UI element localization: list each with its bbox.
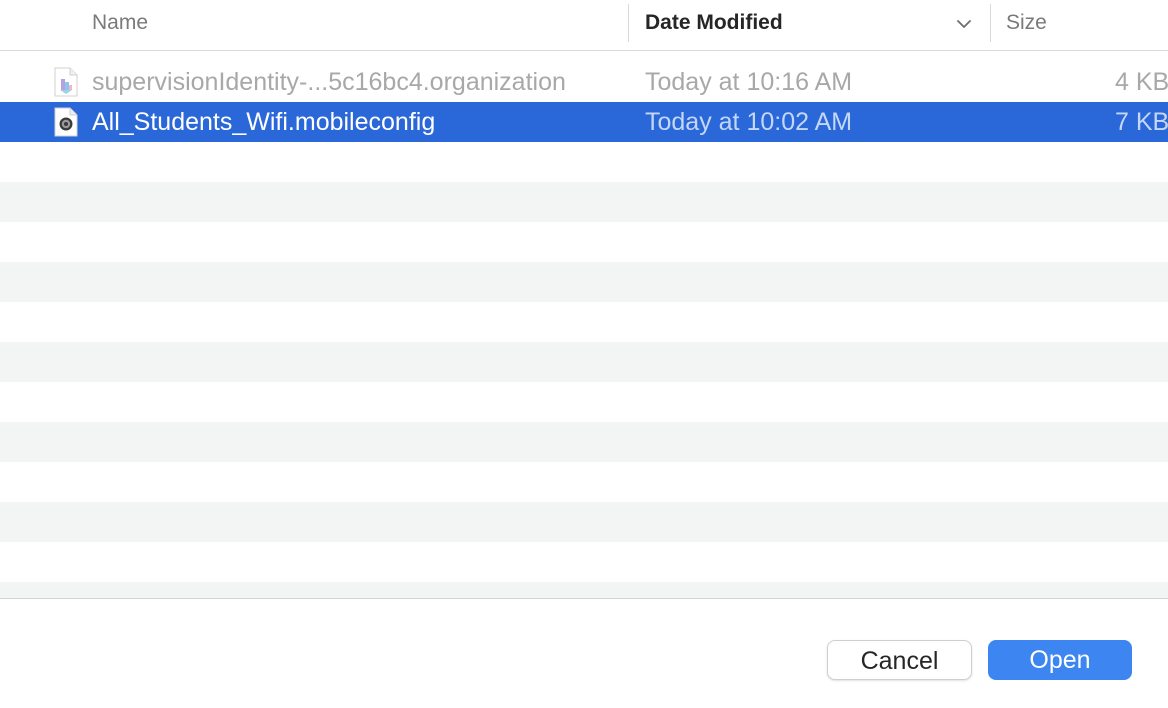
empty-row <box>0 142 1168 182</box>
file-open-dialog: Name Date Modified Size supervisionIdent… <box>0 0 1168 708</box>
column-header: Name Date Modified Size <box>0 0 1168 51</box>
column-name-header[interactable]: Name <box>92 0 148 46</box>
column-divider[interactable] <box>990 4 991 42</box>
file-row[interactable]: All_Students_Wifi.mobileconfig Today at … <box>0 102 1168 142</box>
empty-row <box>0 382 1168 422</box>
chevron-down-icon[interactable] <box>954 14 974 34</box>
file-date-modified: Today at 10:02 AM <box>645 108 853 136</box>
empty-row <box>0 582 1168 598</box>
column-size-header[interactable]: Size <box>1006 0 1047 46</box>
open-button[interactable]: Open <box>988 640 1132 680</box>
file-row[interactable]: supervisionIdentity-...5c16bc4.organizat… <box>0 62 1168 102</box>
empty-row <box>0 502 1168 542</box>
file-list: supervisionIdentity-...5c16bc4.organizat… <box>0 62 1168 598</box>
empty-row <box>0 342 1168 382</box>
file-name: supervisionIdentity-...5c16bc4.organizat… <box>92 68 566 96</box>
empty-row <box>0 182 1168 222</box>
file-name: All_Students_Wifi.mobileconfig <box>92 108 436 136</box>
organization-file-icon <box>54 67 78 97</box>
file-size: 7 KB <box>1115 108 1168 136</box>
empty-row <box>0 262 1168 302</box>
column-divider[interactable] <box>628 4 629 42</box>
file-size: 4 KB <box>1115 68 1168 96</box>
empty-row <box>0 542 1168 582</box>
empty-row <box>0 422 1168 462</box>
dialog-footer: Cancel Open <box>0 598 1168 708</box>
gear-file-icon <box>54 107 78 137</box>
empty-row <box>0 222 1168 262</box>
column-date-modified-header[interactable]: Date Modified <box>645 0 783 46</box>
file-date-modified: Today at 10:16 AM <box>645 68 853 96</box>
empty-row <box>0 302 1168 342</box>
empty-row <box>0 462 1168 502</box>
cancel-button[interactable]: Cancel <box>827 640 972 680</box>
